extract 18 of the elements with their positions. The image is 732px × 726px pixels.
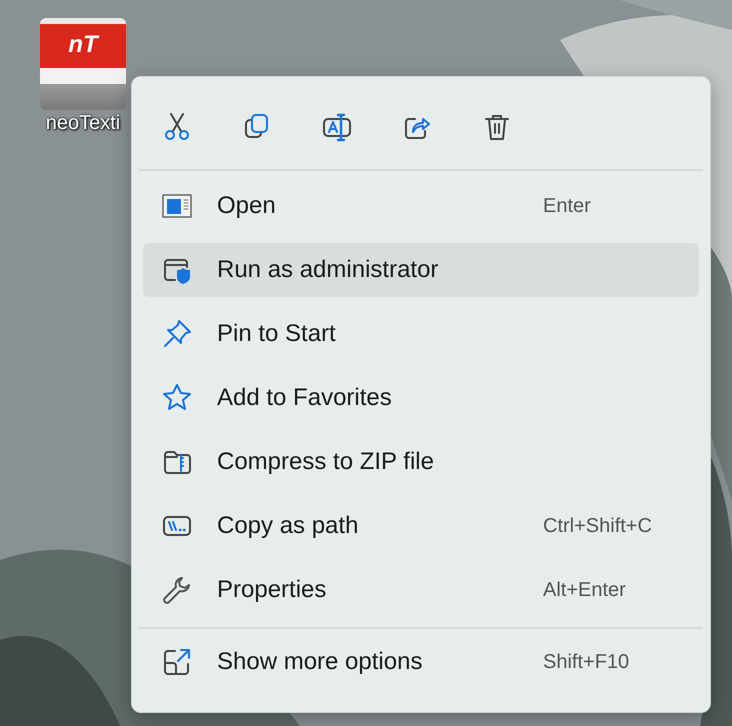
shortcut-text: Alt+Enter xyxy=(543,578,627,602)
shortcut-text: Enter xyxy=(543,194,592,218)
menu-item[interactable]: Copy as path Ctrl+Shift+C xyxy=(143,499,699,553)
shortcut-text: Ctrl+Shift+C xyxy=(543,514,653,538)
logo-text: nT xyxy=(68,31,98,59)
icon-label: neoTexti xyxy=(46,112,120,135)
menu-item[interactable]: Show more options Shift+F10 xyxy=(143,635,699,689)
menu-item[interactable]: Compress to ZIP file xyxy=(143,435,699,489)
menu-item[interactable]: Open Enter xyxy=(143,179,699,233)
menu-item[interactable]: Add to Favorites xyxy=(143,371,699,425)
menu-item[interactable]: Pin to Start xyxy=(143,307,699,361)
menu-item[interactable]: Properties Alt+Enter xyxy=(143,563,699,617)
menu-item[interactable]: Run as administrator xyxy=(143,243,699,297)
pin-icon xyxy=(161,318,193,350)
expand-icon xyxy=(161,646,193,678)
shortcut-text: Shift+F10 xyxy=(543,650,630,674)
drive-icon[interactable]: nT xyxy=(40,18,126,110)
wrench-icon xyxy=(161,574,193,606)
